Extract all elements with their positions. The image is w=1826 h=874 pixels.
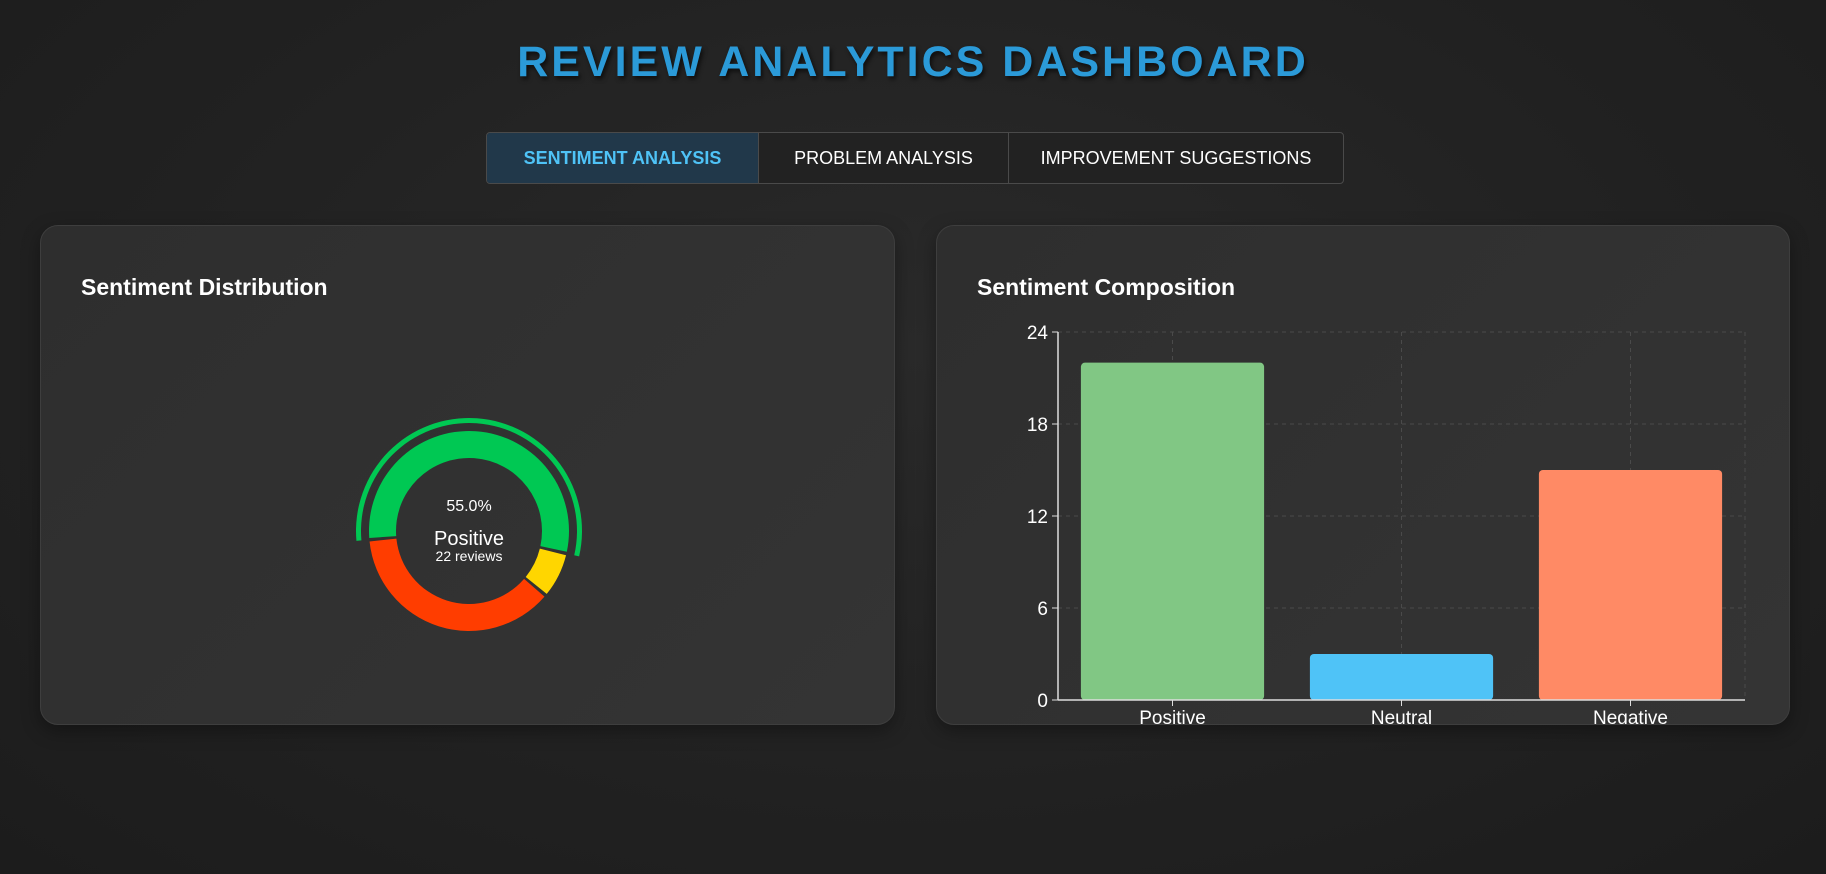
y-tick-label: 6 — [1037, 599, 1048, 620]
donut-center-percent: 55.0% — [446, 498, 491, 515]
bar-positive[interactable] — [1080, 362, 1265, 700]
tab-bar: SENTIMENT ANALYSIS PROBLEM ANALYSIS IMPR… — [486, 132, 1344, 184]
sentiment-distribution-card: Sentiment Distribution 55.0% Positive 22… — [40, 225, 895, 725]
donut-center-label: Positive — [434, 528, 504, 550]
tab-improvement-suggestions[interactable]: IMPROVEMENT SUGGESTIONS — [1009, 133, 1343, 183]
x-tick-label: Positive — [1139, 708, 1206, 724]
y-tick-label: 24 — [1027, 323, 1049, 344]
y-tick-label: 12 — [1027, 507, 1048, 528]
sentiment-composition-card: Sentiment Composition 0 6 12 18 24 Positive Ne… — [936, 225, 1790, 725]
x-tick-label: Negative — [1593, 708, 1668, 724]
bar-neutral[interactable] — [1309, 654, 1494, 700]
page-title: REVIEW ANALYTICS DASHBOARD — [517, 38, 1309, 86]
y-tick-label: 0 — [1037, 691, 1048, 712]
bar-negative[interactable] — [1538, 470, 1723, 700]
y-tick-label: 18 — [1027, 415, 1048, 436]
tab-problem-analysis[interactable]: PROBLEM ANALYSIS — [759, 133, 1009, 183]
tab-sentiment-analysis[interactable]: SENTIMENT ANALYSIS — [487, 133, 759, 183]
donut-center-count: 22 reviews — [436, 548, 503, 564]
x-tick-label: Neutral — [1371, 708, 1432, 724]
bar-chart: 0 6 12 18 24 Positive Neutral Negative — [1027, 323, 1746, 724]
donut-chart: 55.0% Positive 22 reviews — [355, 417, 582, 631]
